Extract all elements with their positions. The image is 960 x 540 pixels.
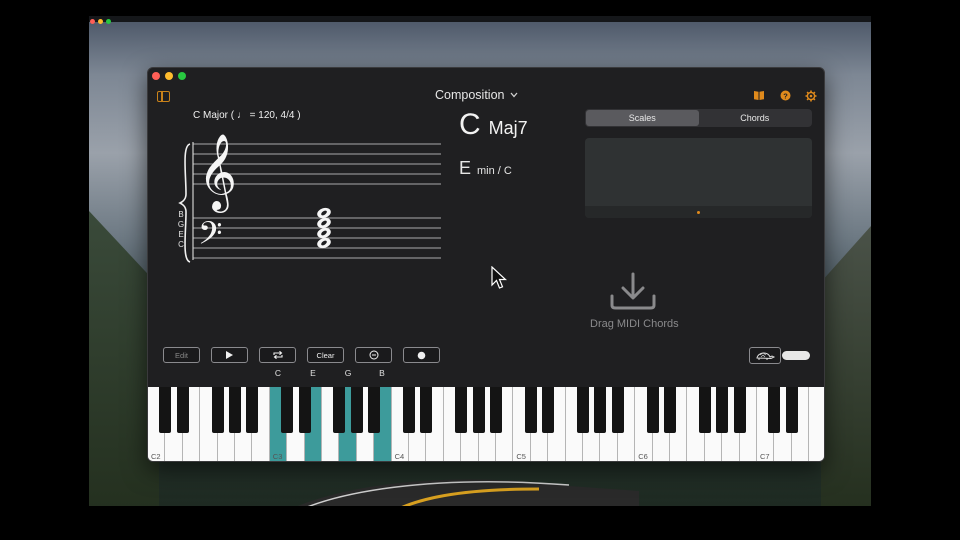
black-key[interactable] — [333, 387, 346, 433]
piano-keyboard[interactable]: C2 C3 C4 C5 C6 C7 — [148, 387, 824, 461]
black-key[interactable] — [298, 387, 311, 433]
loop-button[interactable] — [259, 347, 296, 363]
book-icon[interactable] — [753, 90, 765, 101]
black-key[interactable] — [403, 387, 415, 433]
black-key[interactable] — [664, 387, 676, 433]
drop-zone-label[interactable]: Drag MIDI Chords — [590, 318, 679, 330]
black-key[interactable] — [698, 387, 711, 433]
menu-bar — [89, 16, 871, 22]
note-label: B — [379, 368, 385, 378]
minus-circle-icon — [369, 350, 378, 360]
chord-root: C — [459, 108, 481, 141]
black-key[interactable] — [368, 387, 381, 433]
note-label: C — [274, 368, 282, 378]
svg-text:?: ? — [783, 91, 788, 100]
black-key[interactable] — [176, 387, 189, 433]
alternate-chord-name: E min / C — [459, 158, 512, 179]
alternate-chord-quality: min / C — [477, 165, 512, 177]
app-window: Composition ? C Major ( ♩ = 120, 4/4 ) 𝄞… — [147, 67, 825, 462]
staff-header: C Major ( ♩ = 120, 4/4 ) — [193, 110, 301, 121]
black-key[interactable] — [524, 387, 537, 433]
black-key[interactable] — [455, 387, 468, 433]
play-button[interactable] — [211, 347, 248, 363]
black-key[interactable] — [211, 387, 224, 433]
note-name: G — [177, 220, 185, 229]
grand-staff: 𝄞 𝄢 — [178, 134, 441, 263]
treble-clef-icon: 𝄞 — [198, 134, 237, 213]
zoom-button[interactable] — [178, 72, 186, 80]
road-image — [298, 479, 639, 506]
black-key[interactable] — [229, 387, 241, 433]
black-key[interactable] — [716, 387, 729, 433]
close-button[interactable] — [152, 72, 160, 80]
record-icon — [417, 351, 426, 359]
octave-label: C6 — [638, 452, 648, 461]
sidebar-toggle-icon[interactable] — [157, 91, 170, 102]
octave-label: C7 — [760, 452, 770, 461]
document-title-menu[interactable]: Composition — [435, 88, 518, 102]
mountain-right — [821, 226, 871, 506]
black-key[interactable] — [542, 387, 555, 433]
octave-label: C4 — [394, 452, 405, 461]
bass-staff-lines — [193, 217, 441, 259]
scales-chords-segmented-control: Scales Chords — [585, 109, 812, 127]
black-key[interactable] — [472, 387, 485, 433]
black-key[interactable] — [733, 387, 746, 433]
octave-label: C5 — [516, 452, 526, 461]
page-indicator-dot[interactable] — [697, 211, 700, 214]
desktop-zoom-dot — [106, 19, 111, 24]
desktop-close-dot — [90, 19, 95, 24]
chord-quality: Maj7 — [488, 118, 528, 138]
note-name: E — [178, 230, 184, 239]
clear-button[interactable]: Clear — [307, 347, 344, 363]
black-key[interactable] — [281, 387, 294, 433]
document-title: Composition — [435, 88, 505, 102]
chevron-down-icon — [510, 92, 518, 98]
remove-button[interactable] — [355, 347, 392, 363]
tab-chords[interactable]: Chords — [699, 110, 812, 126]
black-key[interactable] — [577, 387, 589, 433]
black-key[interactable] — [611, 387, 624, 433]
black-key[interactable] — [350, 387, 363, 433]
turtle-icon[interactable] — [749, 347, 781, 364]
play-icon — [226, 351, 233, 359]
chord-name: C Maj7 — [459, 108, 528, 142]
black-key[interactable] — [594, 387, 607, 433]
alternate-chord-root: E — [459, 158, 472, 178]
white-key[interactable] — [809, 387, 824, 461]
download-icon — [610, 272, 656, 310]
black-key[interactable] — [490, 387, 502, 433]
note-label: G — [344, 368, 352, 378]
edit-button[interactable]: Edit — [163, 347, 200, 363]
mouse-cursor-icon — [491, 266, 507, 289]
speed-slider[interactable] — [782, 351, 810, 360]
black-key[interactable] — [646, 387, 659, 433]
black-key[interactable] — [420, 387, 433, 433]
clear-button-label: Clear — [316, 350, 335, 360]
tab-scales[interactable]: Scales — [586, 110, 699, 126]
note-label: E — [310, 368, 316, 378]
minimize-button[interactable] — [165, 72, 173, 80]
stacked-note-names: B G E C — [176, 210, 186, 250]
black-key[interactable] — [246, 387, 259, 433]
black-key[interactable] — [768, 387, 781, 433]
bass-clef-icon: 𝄢 — [198, 215, 222, 259]
repeat-icon — [272, 350, 283, 360]
black-key[interactable] — [159, 387, 172, 433]
octave-label: C2 — [151, 452, 161, 461]
edit-button-label: Edit — [175, 350, 188, 360]
octave-label: C3 — [272, 452, 283, 461]
black-key[interactable] — [785, 387, 798, 433]
help-icon[interactable]: ? — [780, 90, 791, 101]
desktop-minimize-dot — [98, 19, 103, 24]
turtle-glyph-icon — [756, 352, 776, 360]
gear-icon[interactable] — [805, 90, 817, 102]
note-name: C — [178, 240, 184, 249]
note-name: B — [178, 210, 184, 219]
record-button[interactable] — [403, 347, 440, 363]
